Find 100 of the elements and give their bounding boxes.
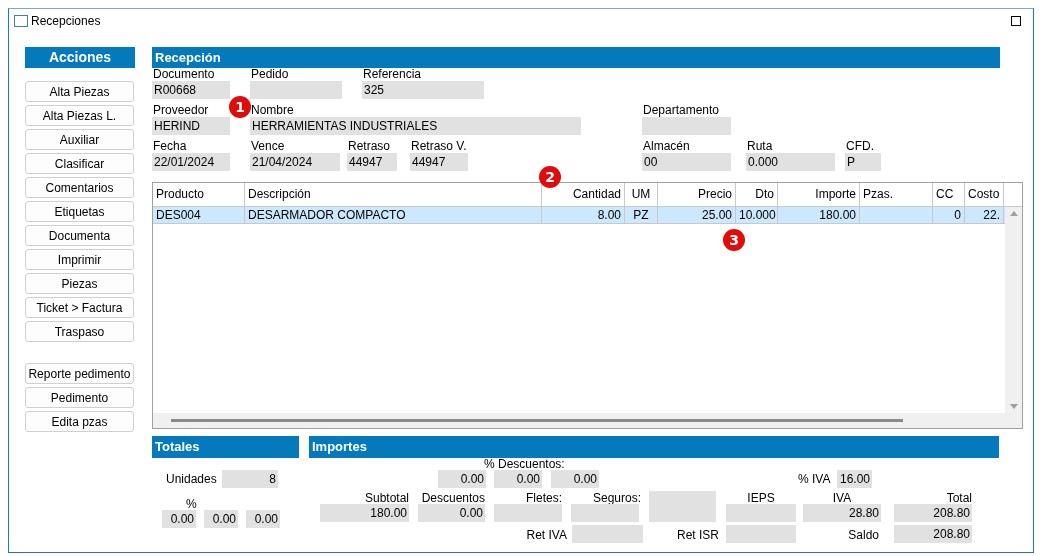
section-header: Importes: [309, 436, 999, 458]
text-field[interactable]: R00668: [152, 81, 230, 99]
text-field[interactable]: 21/04/2024: [250, 153, 340, 171]
horizontal-scrollbar[interactable]: [153, 413, 1005, 428]
text-field[interactable]: 0.00: [438, 470, 486, 488]
text-field[interactable]: [726, 525, 796, 543]
action-button[interactable]: Ticket > Factura: [25, 297, 134, 318]
window-title: Recepciones: [31, 14, 101, 28]
field-label: Almacén: [642, 140, 691, 153]
column-header: Importe: [778, 183, 860, 206]
panel-header: Acciones: [25, 47, 135, 68]
text-field[interactable]: 8: [222, 470, 278, 488]
field-label: IVA: [832, 491, 852, 505]
text-field[interactable]: 16.00: [837, 470, 872, 488]
text-field[interactable]: 208.80: [894, 504, 972, 522]
text-field[interactable]: [494, 504, 562, 522]
vertical-scrollbar[interactable]: [1005, 207, 1022, 428]
text-field[interactable]: 208.80: [894, 525, 972, 543]
column-header: Producto: [153, 183, 245, 206]
column-header: Pzas.: [860, 183, 933, 206]
field-label: Retraso: [347, 140, 392, 153]
action-button[interactable]: Alta Piezas L.: [25, 105, 134, 126]
text-field[interactable]: 28.80: [803, 504, 881, 522]
field-label: Fecha: [152, 140, 188, 153]
action-button[interactable]: Clasificar: [25, 153, 134, 174]
field-label: % Descuentos:: [484, 458, 566, 470]
field-label: Descuentos: [421, 491, 485, 505]
field-label: CFD.: [845, 140, 875, 153]
table-cell: DES004: [153, 207, 245, 223]
field-label: Referencia: [362, 68, 423, 81]
field-label: Retraso V.: [410, 140, 468, 153]
text-field[interactable]: HERRAMIENTAS INDUSTRIALES: [250, 117, 581, 135]
field-label: Pedido: [250, 68, 290, 81]
text-field[interactable]: [649, 491, 716, 522]
text-field[interactable]: [726, 504, 796, 522]
field-label: Subtotal: [364, 491, 409, 505]
action-button[interactable]: Traspaso: [25, 321, 134, 342]
column-header: Precio: [658, 183, 736, 206]
text-field[interactable]: 00: [642, 153, 731, 171]
text-field[interactable]: 325: [362, 81, 484, 99]
action-button[interactable]: Pedimento: [25, 387, 134, 408]
action-button[interactable]: Piezas: [25, 273, 134, 294]
action-button[interactable]: Documenta: [25, 225, 134, 246]
action-button[interactable]: Auxiliar: [25, 129, 134, 150]
text-field[interactable]: 0.00: [162, 510, 196, 528]
section-header: Totales: [152, 436, 299, 458]
table-cell: 22.: [965, 207, 1004, 223]
step-badge: 3: [723, 229, 745, 251]
field-label: Documento: [152, 68, 216, 81]
action-button[interactable]: Etiquetas: [25, 201, 134, 222]
field-label: Unidades: [166, 471, 216, 488]
field-label: Departamento: [642, 104, 721, 117]
section-header: Recepción: [152, 47, 1000, 68]
field-label: Proveedor: [152, 104, 210, 117]
field-label: Ret ISR: [676, 528, 719, 543]
text-field[interactable]: 0.00: [551, 470, 599, 488]
text-field[interactable]: [642, 117, 731, 135]
column-header: CC: [933, 183, 965, 206]
column-header: Dto: [736, 183, 778, 206]
text-field[interactable]: P: [845, 153, 881, 171]
field-label: % IVA: [798, 471, 832, 488]
step-badge: 2: [539, 166, 561, 188]
window-icon: [14, 15, 28, 27]
table-cell: 8.00: [542, 207, 625, 223]
text-field[interactable]: [572, 525, 643, 543]
text-field[interactable]: 44947: [410, 153, 468, 171]
text-field[interactable]: 0.000: [746, 153, 835, 171]
table-row[interactable]: DES004 DESARMADOR COMPACTO 8.00 PZ 25.00 10.000 180.00 0 22.: [153, 207, 1005, 224]
table-cell: 25.00: [658, 207, 736, 223]
text-field[interactable]: [571, 504, 639, 522]
table-cell: 180.00: [778, 207, 860, 223]
field-label: %: [186, 498, 198, 510]
text-field[interactable]: 0.00: [246, 510, 280, 528]
action-button[interactable]: Alta Piezas: [25, 81, 134, 102]
text-field[interactable]: HERIND: [152, 117, 230, 135]
column-header: Costo: [965, 183, 1004, 206]
table-cell: 0: [933, 207, 965, 223]
action-button[interactable]: Edita pzas: [25, 411, 134, 432]
text-field[interactable]: 180.00: [320, 504, 409, 522]
table-cell: DESARMADOR COMPACTO: [245, 207, 542, 223]
field-label: Total: [946, 491, 972, 505]
column-header: UM: [625, 183, 658, 206]
field-label: Saldo: [847, 528, 879, 543]
text-field[interactable]: 0.00: [204, 510, 238, 528]
field-label: Seguros:: [592, 491, 641, 505]
text-field[interactable]: 0.00: [418, 504, 485, 522]
field-label: Ret IVA: [525, 528, 567, 543]
text-field[interactable]: 44947: [347, 153, 397, 171]
step-badge: 1: [229, 96, 251, 118]
text-field[interactable]: 0.00: [494, 470, 542, 488]
text-field[interactable]: [250, 81, 342, 99]
action-button[interactable]: Reporte pedimento: [25, 363, 134, 384]
action-button[interactable]: Imprimir: [25, 249, 134, 270]
table-cell: 10.000: [736, 207, 778, 223]
field-label: IEPS: [747, 491, 775, 505]
text-field[interactable]: 22/01/2024: [152, 153, 230, 171]
table-cell: PZ: [625, 207, 658, 223]
action-button[interactable]: Comentarios: [25, 177, 134, 198]
maximize-icon[interactable]: [1011, 16, 1021, 26]
field-label: Nombre: [250, 104, 295, 117]
